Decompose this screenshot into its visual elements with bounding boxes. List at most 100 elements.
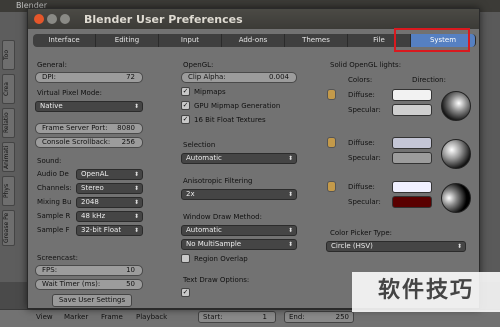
user-preferences-dialog: Blender User Preferences Interface Editi… (27, 8, 480, 309)
chevron-updown-icon: ⬍ (133, 199, 139, 206)
mipmaps-checkbox[interactable]: ✓ (181, 87, 190, 96)
virtual-pixel-mode-select[interactable]: Native ⬍ (35, 101, 143, 112)
selection-value: Automatic (186, 154, 222, 162)
clip-alpha-label: Clip Alpha: (188, 73, 226, 81)
audio-device-value: OpenAL (81, 170, 109, 178)
dpi-field[interactable]: DPI: 72 (35, 72, 143, 83)
text-draw-checkbox[interactable]: ✓ (181, 288, 190, 297)
light-3-diffuse-swatch[interactable] (392, 181, 432, 193)
window-draw-method-value: Automatic (186, 226, 222, 234)
close-icon[interactable] (34, 14, 44, 24)
region-overlap-label: Region Overlap (194, 255, 248, 263)
menu-frame[interactable]: Frame (101, 313, 123, 321)
side-tab-tools[interactable]: Too (2, 40, 15, 70)
dialog-titlebar: Blender User Preferences (28, 9, 479, 29)
side-tab-animation[interactable]: Animati (2, 142, 15, 172)
side-tab-create[interactable]: Crea (2, 74, 15, 104)
channels-select[interactable]: Stereo ⬍ (76, 183, 143, 194)
start-value: 1 (262, 313, 267, 321)
light-3-specular-swatch[interactable] (392, 196, 432, 208)
mixing-buffer-select[interactable]: 2048 ⬍ (76, 197, 143, 208)
console-scrollback-field[interactable]: Console Scrollback: 256 (35, 137, 143, 148)
light-3-diffuse-label: Diffuse: (348, 183, 375, 191)
menu-playback[interactable]: Playback (136, 313, 167, 321)
frame-server-port-field[interactable]: Frame Server Port: 8080 (35, 123, 143, 134)
tab-themes[interactable]: Themes (285, 34, 348, 47)
save-user-settings-button[interactable]: Save User Settings (52, 294, 132, 307)
light-1-direction-sphere[interactable] (441, 91, 471, 121)
sample-rate-select[interactable]: 48 kHz ⬍ (76, 211, 143, 222)
fps-field[interactable]: FPS: 10 (35, 265, 143, 276)
light-2-diffuse-swatch[interactable] (392, 137, 432, 149)
light-3-toggle-icon[interactable] (327, 181, 336, 192)
wait-timer-value: 50 (126, 280, 135, 288)
anisotropic-value: 2x (186, 190, 195, 198)
chevron-updown-icon: ⬍ (287, 227, 293, 234)
light-1-specular-swatch[interactable] (392, 104, 432, 116)
dpi-value: 72 (126, 73, 135, 81)
light-1-toggle-icon[interactable] (327, 89, 336, 100)
window-draw-heading: Window Draw Method: (183, 213, 262, 221)
clip-alpha-field[interactable]: Clip Alpha: 0.004 (181, 72, 297, 83)
side-tab-relations[interactable]: Relatio (2, 108, 15, 138)
wait-timer-field[interactable]: Wait Timer (ms): 50 (35, 279, 143, 290)
menu-marker[interactable]: Marker (64, 313, 88, 321)
anisotropic-select[interactable]: 2x ⬍ (181, 189, 297, 200)
sound-heading: Sound: (37, 157, 62, 165)
end-frame-field[interactable]: End: 250 (284, 311, 354, 323)
chevron-updown-icon: ⬍ (133, 171, 139, 178)
selection-select[interactable]: Automatic ⬍ (181, 153, 297, 164)
tab-input[interactable]: Input (159, 34, 222, 47)
sample-format-value: 32-bit Float (81, 226, 122, 234)
channels-label: Channels: (37, 184, 72, 192)
light-2-direction-sphere[interactable] (441, 139, 471, 169)
float-textures-checkbox[interactable]: ✓ (181, 115, 190, 124)
selection-heading: Selection (183, 141, 216, 149)
light-3-specular-label: Specular: (348, 198, 381, 206)
region-overlap-checkbox[interactable] (181, 254, 190, 263)
watermark: 软件技巧 (352, 272, 500, 312)
chevron-updown-icon: ⬍ (133, 103, 139, 110)
light-2-specular-label: Specular: (348, 154, 381, 162)
window-draw-method-select[interactable]: Automatic ⬍ (181, 225, 297, 236)
light-1-diffuse-swatch[interactable] (392, 89, 432, 101)
direction-label: Direction: (412, 76, 446, 84)
sample-rate-value: 48 kHz (81, 212, 106, 220)
light-2-specular-swatch[interactable] (392, 152, 432, 164)
mixing-buffer-value: 2048 (81, 198, 99, 206)
frame-server-port-value: 8080 (117, 124, 135, 132)
tool-shelf: Too Crea Relatio Animati Phys Grease Pe (0, 12, 26, 287)
dpi-label: DPI: (42, 73, 57, 81)
chevron-updown-icon: ⬍ (287, 241, 293, 248)
light-3-direction-sphere[interactable] (441, 183, 471, 213)
frame-server-port-label: Frame Server Port: (42, 124, 108, 132)
audio-device-select[interactable]: OpenAL ⬍ (76, 169, 143, 180)
chevron-updown-icon: ⬍ (133, 227, 139, 234)
virtual-pixel-mode-label: Virtual Pixel Mode: (37, 89, 102, 97)
virtual-pixel-mode-value: Native (40, 102, 63, 110)
mipmaps-label: Mipmaps (194, 88, 226, 96)
chevron-updown-icon: ⬍ (287, 155, 293, 162)
text-draw-heading: Text Draw Options: (183, 276, 250, 284)
sample-format-select[interactable]: 32-bit Float ⬍ (76, 225, 143, 236)
tab-editing[interactable]: Editing (96, 34, 159, 47)
chevron-updown-icon: ⬍ (287, 191, 293, 198)
clip-alpha-value: 0.004 (268, 73, 289, 81)
colors-label: Colors: (348, 76, 373, 84)
start-frame-field[interactable]: Start: 1 (198, 311, 276, 323)
general-heading: General: (37, 61, 67, 69)
minimize-icon[interactable] (47, 14, 57, 24)
chevron-updown-icon: ⬍ (133, 213, 139, 220)
tab-addons[interactable]: Add-ons (222, 34, 285, 47)
light-2-toggle-icon[interactable] (327, 137, 336, 148)
multisample-select[interactable]: No MultiSample ⬍ (181, 239, 297, 250)
side-tab-grease-pencil[interactable]: Grease Pe (2, 210, 15, 246)
gpu-mipmap-checkbox[interactable]: ✓ (181, 101, 190, 110)
color-picker-select[interactable]: Circle (HSV) ⬍ (326, 241, 466, 252)
menu-view[interactable]: View (36, 313, 53, 321)
chevron-updown-icon: ⬍ (456, 243, 462, 250)
maximize-icon[interactable] (60, 14, 70, 24)
side-tab-physics[interactable]: Phys (2, 176, 15, 206)
tab-interface[interactable]: Interface (33, 34, 96, 47)
color-picker-heading: Color Picker Type: (330, 229, 393, 237)
